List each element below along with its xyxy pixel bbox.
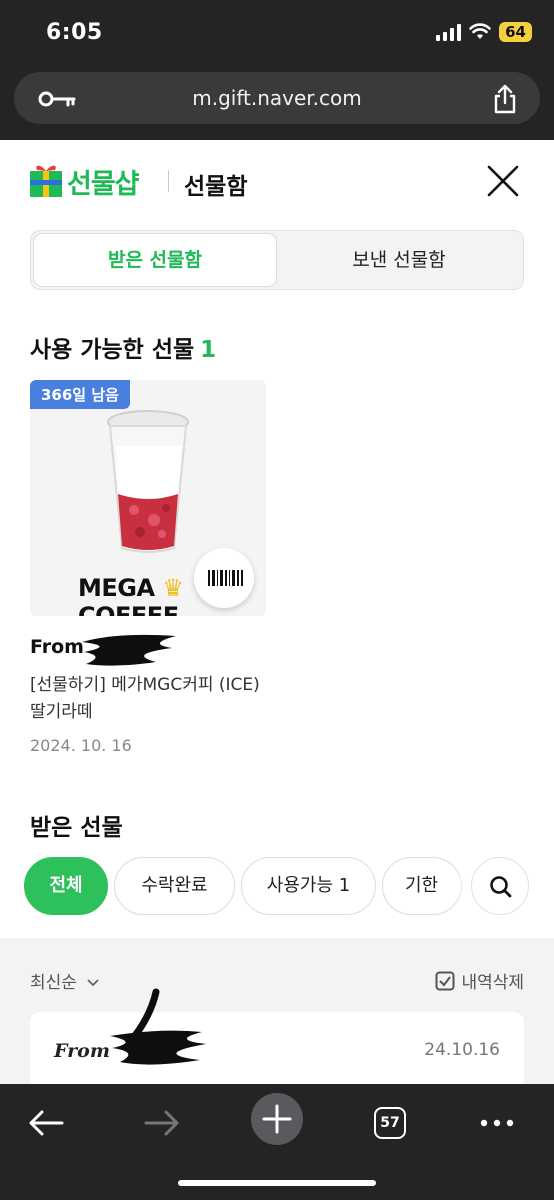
battery-level: 64: [499, 22, 532, 42]
home-indicator: [178, 1180, 376, 1186]
brand-name: MEGA: [78, 574, 155, 602]
tab-sent-gifts[interactable]: 보낸 선물함: [277, 233, 521, 287]
available-gifts-title: 사용 가능한 선물: [30, 337, 195, 363]
new-tab-icon[interactable]: [250, 1092, 304, 1146]
tab-count: 57: [374, 1107, 406, 1139]
tab-received-gifts[interactable]: 받은 선물함: [33, 233, 277, 287]
redaction-mark: [82, 634, 176, 666]
back-arrow-icon[interactable]: [22, 1098, 72, 1148]
gift-product-name[interactable]: [선물하기] 메가MGC커피 (ICE)딸기라떼: [30, 672, 268, 726]
gift-card[interactable]: 366일 남음 MEGA ♛ COFFEE: [30, 380, 266, 616]
available-gifts-heading: 사용 가능한 선물 1: [30, 330, 216, 364]
status-time: 6:05: [46, 20, 103, 45]
days-remaining-badge: 366일 남음: [30, 380, 130, 409]
url-bar[interactable]: m.gift.naver.com: [14, 72, 540, 124]
search-icon: [490, 876, 512, 898]
page-title: 선물함: [184, 174, 248, 200]
brand-suffix: COFFEE: [78, 602, 179, 616]
more-icon[interactable]: [472, 1098, 522, 1148]
filter-chips: 전체 수락완료 사용가능 1 기한: [0, 854, 554, 918]
redaction-mark: [110, 988, 206, 1065]
forward-arrow-icon[interactable]: [136, 1098, 186, 1148]
signal-icon: [436, 23, 462, 41]
close-icon[interactable]: [486, 164, 520, 198]
search-button[interactable]: [471, 857, 529, 915]
list-item-date: 24.10.16: [424, 1040, 500, 1060]
available-gifts-count: 1: [200, 337, 217, 363]
gift-received-date: 2024. 10. 16: [30, 736, 132, 755]
gift-box-page: 선물샵 선물함 받은 선물함 보낸 선물함 사용 가능한 선물 1 366일 남음…: [0, 140, 554, 1084]
page-header: 선물샵 선물함: [0, 140, 554, 220]
barcode-button[interactable]: [194, 548, 254, 608]
filter-available[interactable]: 사용가능 1: [241, 857, 376, 915]
sort-label: 최신순: [30, 973, 77, 993]
filter-accepted[interactable]: 수락완료: [114, 857, 235, 915]
gift-box-tabs: 받은 선물함 보낸 선물함: [30, 230, 524, 290]
url-text[interactable]: m.gift.naver.com: [14, 86, 540, 110]
delete-history-button[interactable]: 내역삭제: [435, 968, 524, 993]
share-icon[interactable]: [492, 84, 518, 114]
received-gift-list: 최신순 내역삭제 From 24.10.16: [0, 938, 554, 1084]
tabs-button[interactable]: 57: [366, 1098, 416, 1148]
status-icons: 64: [436, 22, 532, 42]
strawberry-latte-image: [107, 410, 189, 553]
delete-history-label: 내역삭제: [461, 973, 524, 993]
barcode-icon: [208, 570, 243, 586]
wifi-icon: [469, 23, 491, 39]
status-bar: 6:05 64: [0, 0, 554, 70]
checkbox-icon: [435, 971, 455, 990]
chevron-down-icon: [87, 979, 99, 987]
gift-logo-icon[interactable]: [30, 161, 62, 197]
browser-toolbar: m.gift.naver.com: [0, 70, 554, 140]
brand-mark-icon: ♛: [162, 574, 184, 602]
shop-logo-text[interactable]: 선물샵: [67, 162, 140, 201]
browser-bottom-bar: 57: [0, 1084, 554, 1200]
filter-all[interactable]: 전체: [24, 857, 108, 915]
filter-expired[interactable]: 기한: [382, 857, 462, 915]
received-gifts-title: 받은 선물: [30, 815, 123, 841]
header-divider: [168, 170, 169, 192]
